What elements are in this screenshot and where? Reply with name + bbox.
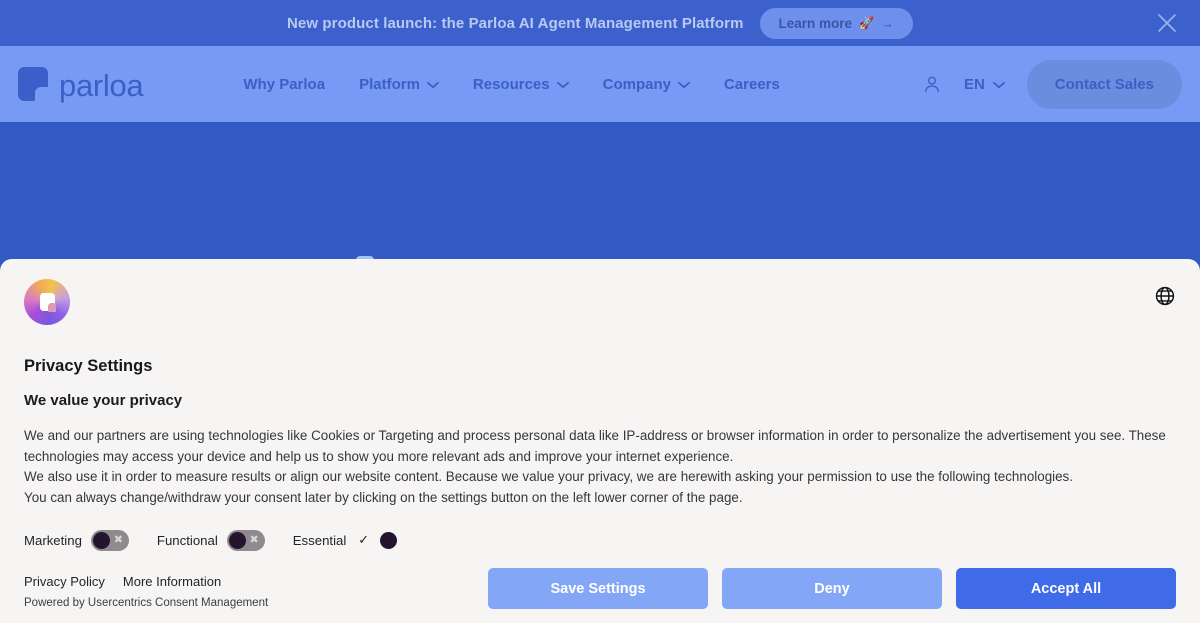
accept-all-button[interactable]: Accept All [956,568,1176,609]
toggle-knob [92,532,110,549]
globe-icon[interactable] [1154,279,1176,307]
consent-subtitle: We value your privacy [24,392,183,409]
learn-more-label: Learn more [778,15,853,31]
privacy-policy-link[interactable]: Privacy Policy [24,574,105,589]
learn-more-button[interactable]: Learn more 🚀 → [759,7,913,39]
nav-item-label: Why Parloa [243,75,326,93]
category-functional[interactable]: Functional ✖ [157,530,265,551]
privacy-consent-dialog: Privacy Settings We value your privacy W… [0,259,1200,623]
rocket-icon: 🚀 [859,16,874,30]
consent-categories: Marketing ✖ Functional ✖ Essential ✓ [24,530,1176,551]
usercentrics-logo-icon [24,279,70,325]
toggle-knob [228,532,246,549]
nav-item-company[interactable]: Company [603,76,690,93]
category-label: Marketing [24,533,82,548]
powered-by-text: Powered by Usercentrics Consent Manageme… [24,597,269,609]
consent-actions: Save Settings Deny Accept All [488,568,1176,609]
language-label: EN [963,75,985,93]
announcement-banner: New product launch: the Parloa AI Agent … [0,0,1200,46]
chevron-down-icon [992,76,1005,93]
consent-footer: Privacy Policy More Information Powered … [24,568,1176,609]
nav-item-label: Company [602,75,671,93]
consent-footer-info: Privacy Policy More Information Powered … [24,574,268,609]
functional-toggle[interactable]: ✖ [226,530,265,551]
marketing-toggle[interactable]: ✖ [90,530,129,551]
contact-sales-button[interactable]: Contact Sales [1026,59,1182,109]
nav-item-platform[interactable]: Platform [359,76,439,93]
nav-item-label: Careers [723,75,780,93]
nav-item-why-parloa[interactable]: Why Parloa [243,76,325,93]
category-label: Essential [292,533,347,548]
nav-item-careers[interactable]: Careers [724,76,780,93]
deny-button[interactable]: Deny [722,568,942,609]
toggle-knob [380,532,398,549]
cross-icon: ✖ [113,534,123,546]
parloa-mark-icon [18,67,49,102]
check-icon: ✓ [358,532,370,547]
nav-links: Why Parloa Platform Resources Company Ca… [243,76,779,93]
category-label: Functional [156,533,218,548]
close-icon[interactable] [1152,8,1182,38]
logo-p-mark [40,293,56,312]
nav-item-resources[interactable]: Resources [473,76,569,93]
language-selector[interactable]: EN [964,76,1005,93]
brand-name: parloa [59,67,144,103]
save-settings-button[interactable]: Save Settings [488,568,708,609]
nav-actions: EN Contact Sales [922,59,1182,109]
category-essential: Essential ✓ [293,530,400,551]
nav-item-label: Platform [359,75,420,93]
user-icon[interactable] [922,74,942,94]
more-information-link[interactable]: More Information [123,574,221,589]
chevron-down-icon [427,76,439,93]
chevron-down-icon [678,76,690,93]
category-marketing[interactable]: Marketing ✖ [24,530,129,551]
essential-toggle: ✓ [355,530,399,551]
page-title: Privacy Settings [24,357,153,375]
nav-item-label: Resources [472,75,550,93]
cross-icon: ✖ [249,534,259,546]
consent-header [24,279,1176,325]
consent-footer-links: Privacy Policy More Information [24,574,268,589]
parloa-logo[interactable]: parloa [18,67,144,103]
main-navigation: parloa Why Parloa Platform Resources Com… [0,46,1200,122]
consent-body-text: We and our partners are using technologi… [24,428,1166,505]
announcement-text: New product launch: the Parloa AI Agent … [287,14,744,32]
chevron-down-icon [556,76,569,93]
arrow-right-icon: → [881,15,894,31]
